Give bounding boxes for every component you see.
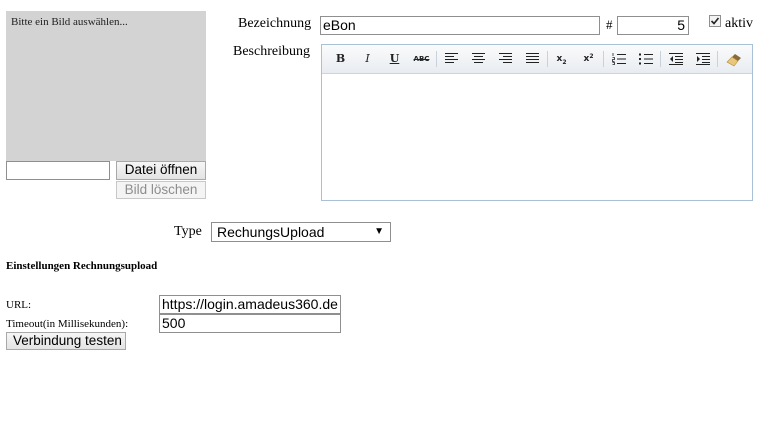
settings-heading: Einstellungen Rechnungsupload bbox=[6, 260, 158, 272]
url-input[interactable]: https://login.amadeus360.de bbox=[159, 295, 341, 314]
file-path-input[interactable] bbox=[6, 161, 110, 180]
toolbar-separator bbox=[603, 51, 604, 67]
toolbar-separator bbox=[436, 51, 437, 67]
open-file-button[interactable]: Datei öffnen bbox=[116, 161, 206, 180]
align-left-icon[interactable] bbox=[441, 49, 462, 69]
ordered-list-icon[interactable] bbox=[608, 49, 629, 69]
editor-toolbar: B I U ABC x2 x2 bbox=[322, 45, 752, 74]
timeout-input[interactable]: 500 bbox=[159, 314, 341, 333]
number-input[interactable]: 5 bbox=[617, 16, 689, 35]
editor-content-area[interactable] bbox=[322, 74, 752, 200]
outdent-icon[interactable] bbox=[665, 49, 686, 69]
align-justify-icon[interactable] bbox=[522, 49, 543, 69]
chevron-down-icon: ▼ bbox=[374, 226, 384, 237]
toolbar-separator bbox=[547, 51, 548, 67]
image-placeholder-text: Bitte ein Bild auswählen... bbox=[11, 16, 128, 28]
italic-icon[interactable]: I bbox=[357, 49, 378, 69]
type-selected-value: RechungsUpload bbox=[217, 224, 325, 240]
bold-icon[interactable]: B bbox=[330, 49, 351, 69]
delete-image-button[interactable]: Bild löschen bbox=[116, 181, 206, 199]
strikethrough-icon[interactable]: ABC bbox=[411, 49, 432, 69]
toolbar-separator bbox=[660, 51, 661, 67]
underline-icon[interactable]: U bbox=[384, 49, 405, 69]
number-label: # bbox=[606, 17, 613, 32]
indent-icon[interactable] bbox=[692, 49, 713, 69]
rich-text-editor[interactable]: B I U ABC x2 x2 bbox=[321, 44, 753, 201]
unordered-list-icon[interactable] bbox=[635, 49, 656, 69]
checkmark-icon bbox=[710, 17, 720, 25]
test-connection-button[interactable]: Verbindung testen bbox=[6, 332, 126, 350]
name-input[interactable]: eBon bbox=[320, 16, 600, 35]
description-label: Beschreibung bbox=[233, 44, 310, 59]
subscript-icon[interactable]: x2 bbox=[551, 49, 572, 69]
active-label: aktiv bbox=[725, 16, 753, 31]
toolbar-separator bbox=[717, 51, 718, 67]
image-preview: Bitte ein Bild auswählen... bbox=[6, 11, 206, 161]
type-select[interactable]: RechungsUpload ▼ bbox=[211, 222, 391, 242]
timeout-label: Timeout(in Millisekunden): bbox=[6, 318, 129, 330]
name-label: Bezeichnung bbox=[238, 16, 312, 31]
clear-format-brush-icon[interactable] bbox=[723, 49, 744, 69]
active-checkbox[interactable] bbox=[709, 15, 721, 27]
type-label: Type bbox=[174, 224, 202, 239]
url-label: URL: bbox=[6, 299, 32, 311]
superscript-icon[interactable]: x2 bbox=[578, 49, 599, 69]
align-right-icon[interactable] bbox=[495, 49, 516, 69]
align-center-icon[interactable] bbox=[468, 49, 489, 69]
